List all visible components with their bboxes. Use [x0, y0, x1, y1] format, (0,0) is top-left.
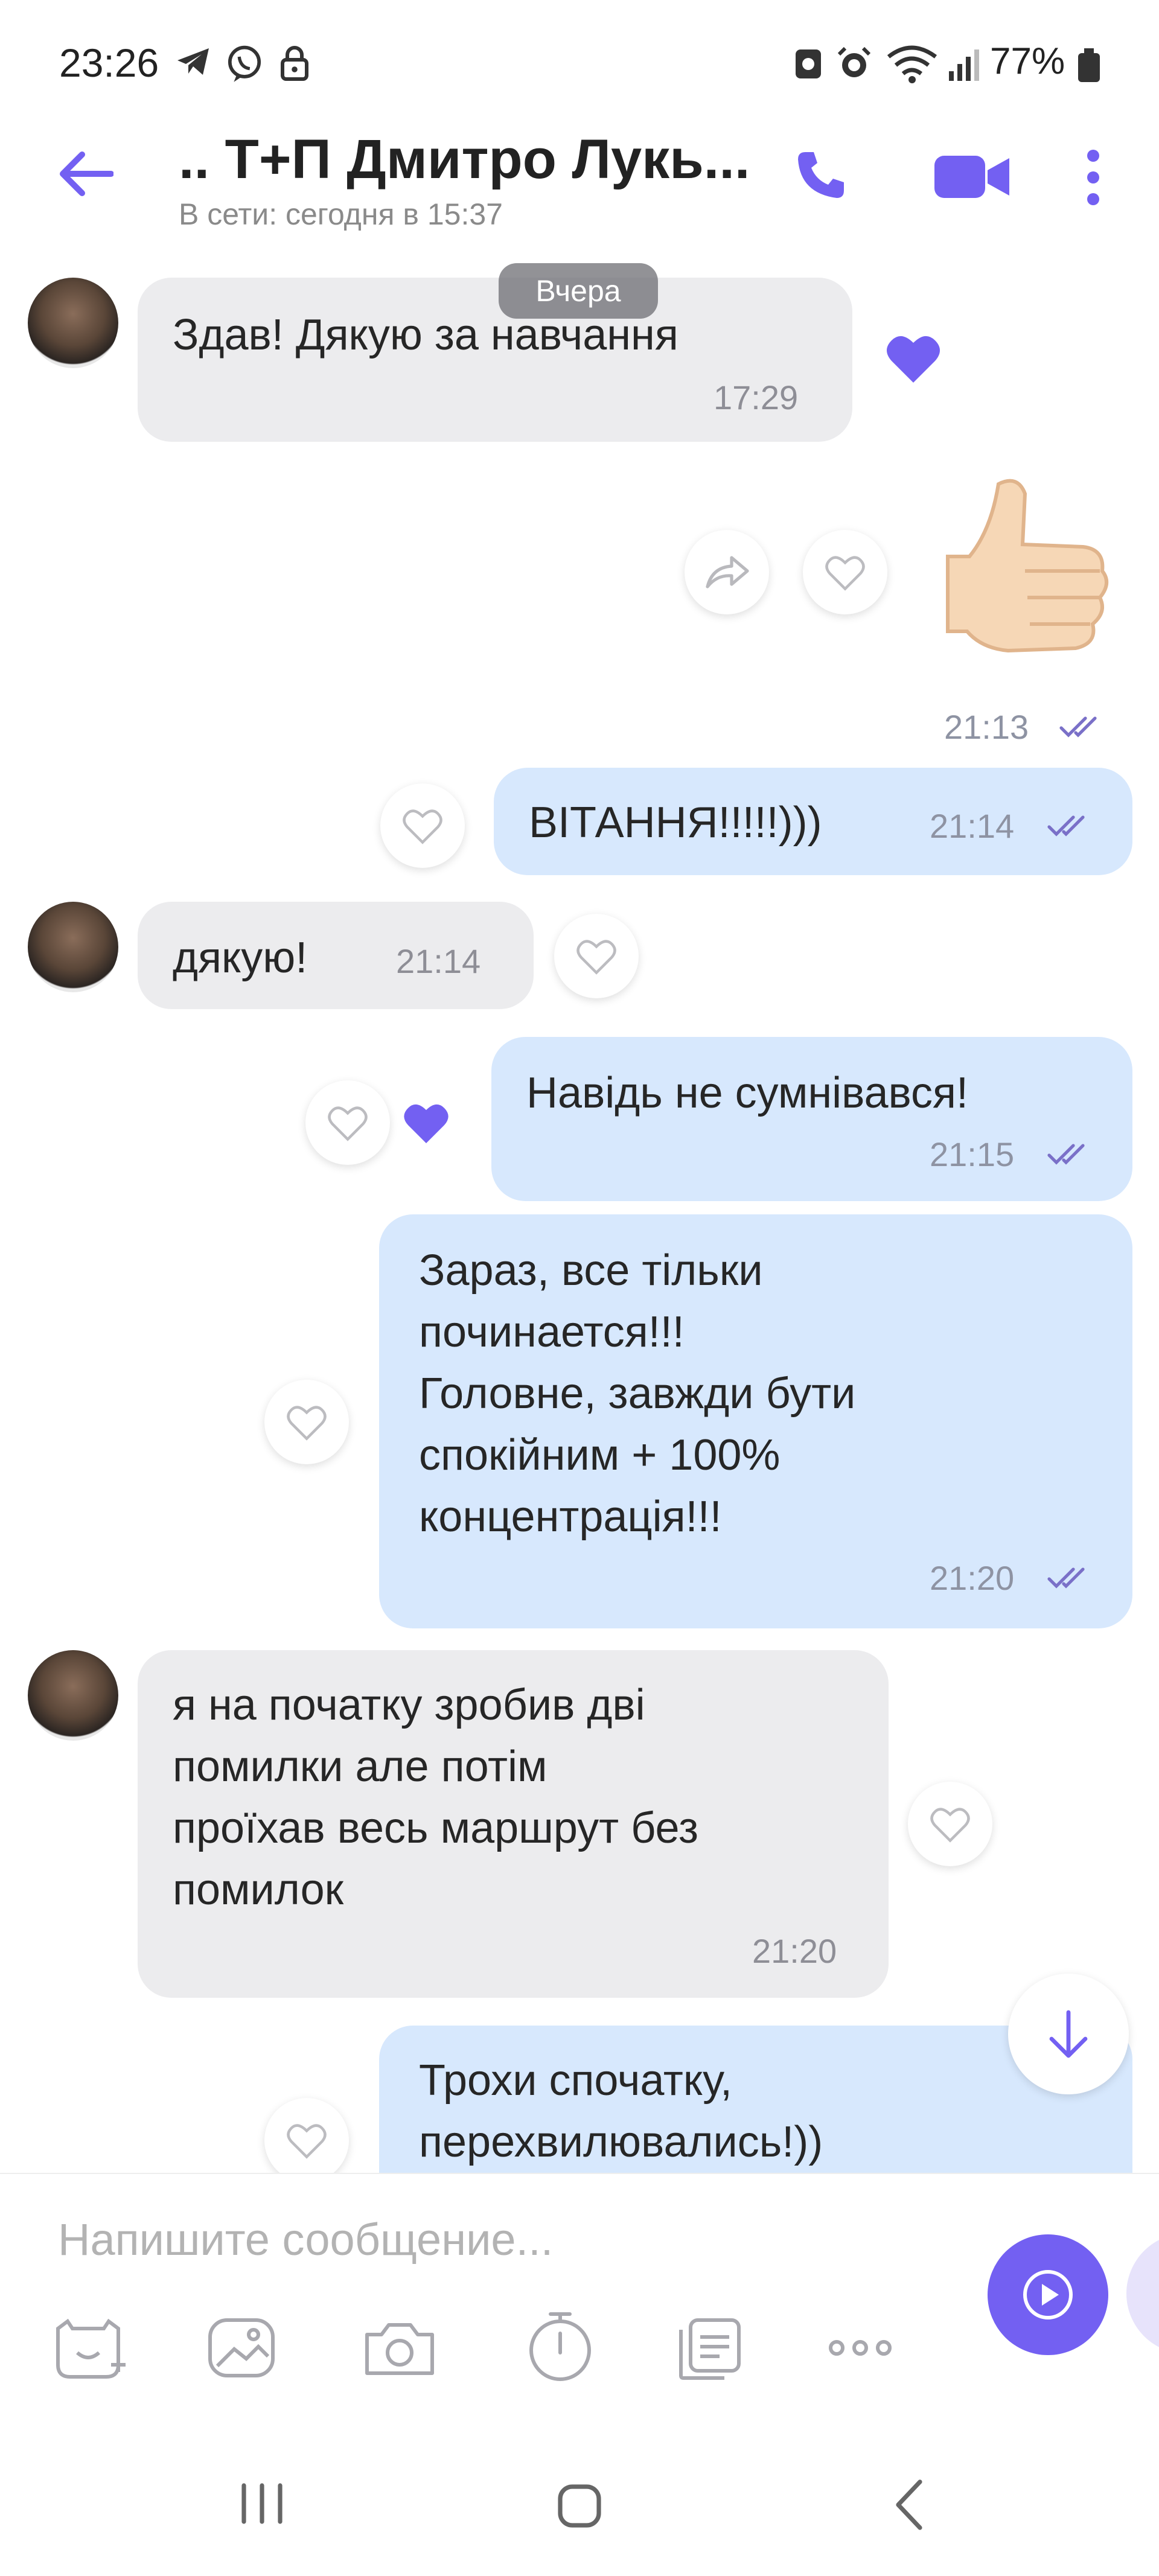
- contact-avatar[interactable]: [28, 278, 118, 368]
- viber-status-icon: [225, 43, 264, 83]
- message-text: Трохи спочатку, перехвилювались!)): [419, 2056, 823, 2166]
- like-button[interactable]: [908, 1782, 992, 1866]
- more-attachments-icon[interactable]: [827, 2336, 893, 2360]
- like-button[interactable]: [264, 1380, 349, 1464]
- message-time: 21:13: [944, 708, 1029, 746]
- message-time: 17:29: [714, 378, 799, 416]
- battery-icon: [1077, 48, 1101, 82]
- message-time: 21:15: [930, 1135, 1015, 1173]
- like-button[interactable]: [305, 1080, 390, 1165]
- like-button[interactable]: [380, 783, 465, 868]
- timer-icon[interactable]: [526, 2309, 594, 2384]
- sticker-icon[interactable]: [51, 2316, 129, 2383]
- wifi-icon: [885, 43, 939, 83]
- double-check-icon: [1047, 1142, 1095, 1166]
- like-button[interactable]: [264, 2098, 349, 2182]
- files-icon[interactable]: [674, 2315, 745, 2383]
- back-nav-icon[interactable]: [891, 2477, 927, 2533]
- contact-status: В сети: сегодня в 15:37: [179, 197, 503, 231]
- share-button[interactable]: [685, 530, 769, 614]
- more-options-icon[interactable]: [1084, 148, 1102, 206]
- battery-percent: 77%: [990, 40, 1065, 82]
- liked-heart-icon[interactable]: [874, 319, 953, 397]
- thumbs-up-sticker[interactable]: [924, 472, 1111, 677]
- home-icon[interactable]: [555, 2482, 604, 2530]
- liked-heart-icon[interactable]: [396, 1094, 456, 1152]
- status-time: 23:26: [59, 40, 159, 85]
- message-text: Навідь не сумнівався!: [526, 1069, 968, 1117]
- message-text: ВІТАННЯ!!!!!))): [529, 799, 822, 847]
- message-time: 21:14: [396, 942, 481, 980]
- message-input[interactable]: Напишите сообщение...: [58, 2214, 553, 2265]
- telegram-icon: [175, 46, 211, 77]
- message-text: Зараз, все тільки починается!!! Головне,…: [419, 1246, 856, 1541]
- scroll-to-bottom-button[interactable]: [1008, 1974, 1129, 2094]
- like-button[interactable]: [554, 914, 639, 998]
- double-check-icon: [1047, 1566, 1095, 1590]
- camera-icon[interactable]: [362, 2318, 438, 2380]
- phone-call-icon[interactable]: [793, 147, 849, 203]
- gallery-icon[interactable]: [205, 2315, 278, 2382]
- contact-avatar[interactable]: [28, 902, 118, 992]
- recent-apps-icon[interactable]: [237, 2481, 287, 2527]
- message-time: 21:20: [930, 1559, 1015, 1597]
- message-text: я на початку зробив дві помилки але поті…: [173, 1681, 699, 1914]
- video-call-icon[interactable]: [932, 151, 1013, 203]
- like-button[interactable]: [803, 530, 887, 614]
- contact-name[interactable]: .. Т+П Дмитро Лукь...: [179, 128, 750, 191]
- message-time: 21:20: [752, 1932, 837, 1970]
- message-time: 21:14: [930, 807, 1015, 845]
- contact-avatar[interactable]: [28, 1650, 118, 1741]
- signal-icon: [947, 47, 983, 82]
- double-check-icon: [1047, 814, 1095, 838]
- lock-icon: [279, 43, 310, 83]
- double-check-icon: [1059, 715, 1107, 739]
- message-text: дякую!: [173, 934, 308, 982]
- alarm-icon: [835, 46, 873, 82]
- back-arrow-icon[interactable]: [56, 150, 113, 198]
- date-divider: Вчера: [499, 263, 658, 319]
- alarm-settings-icon: [791, 46, 826, 82]
- voice-message-button[interactable]: [988, 2234, 1108, 2355]
